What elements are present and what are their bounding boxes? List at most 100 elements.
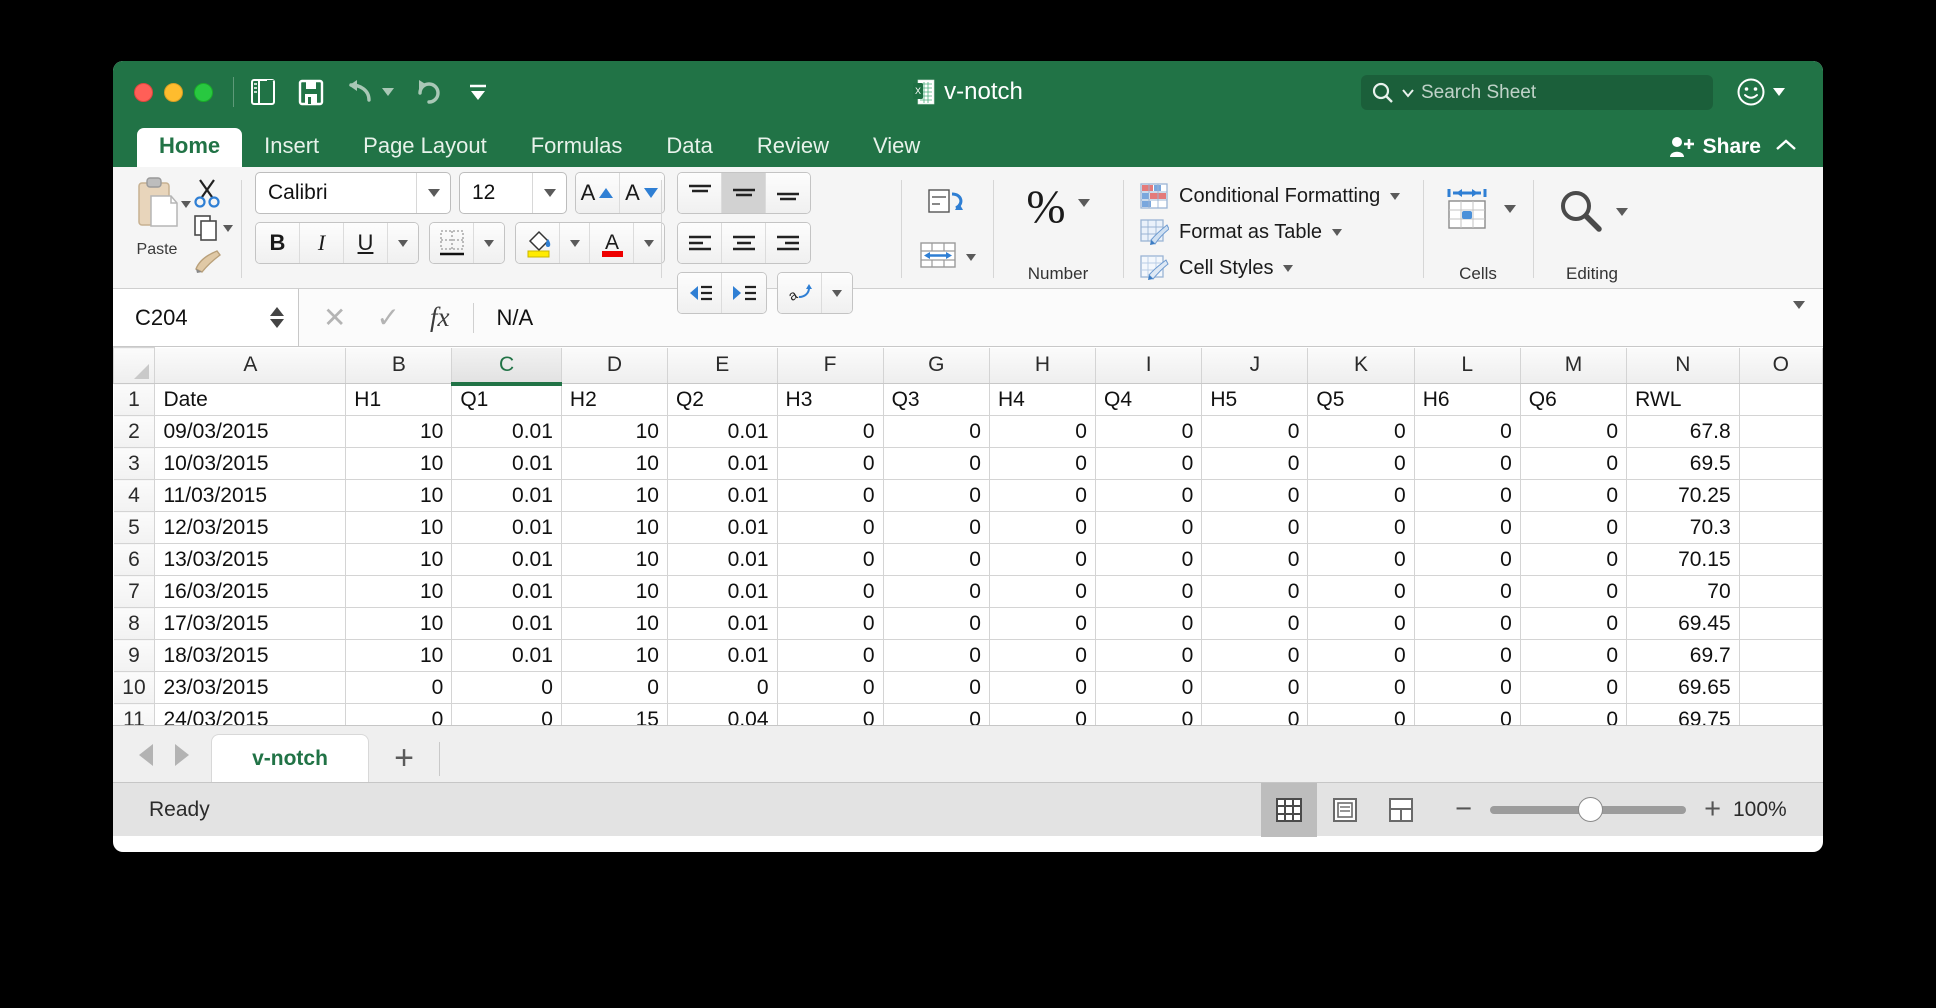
cell-A2[interactable]: 09/03/2015 bbox=[154, 415, 347, 448]
page-layout-view-button[interactable] bbox=[1317, 783, 1373, 837]
cell-L1[interactable]: H6 bbox=[1413, 383, 1521, 416]
cell-H9[interactable]: 0 bbox=[988, 639, 1096, 672]
wrap-text-button[interactable] bbox=[926, 186, 968, 225]
paste-dropdown-caret[interactable] bbox=[181, 200, 191, 208]
undo-button[interactable] bbox=[346, 79, 394, 105]
cell-B9[interactable]: 10 bbox=[345, 639, 453, 672]
cell-M7[interactable]: 0 bbox=[1519, 575, 1628, 608]
cell-N2[interactable]: 67.8 bbox=[1626, 415, 1740, 448]
cell-H11[interactable]: 0 bbox=[988, 703, 1096, 725]
cell-K1[interactable]: Q5 bbox=[1307, 383, 1415, 416]
cell-D2[interactable]: 10 bbox=[560, 415, 668, 448]
column-header-l[interactable]: L bbox=[1413, 347, 1521, 384]
cell-A11[interactable]: 24/03/2015 bbox=[154, 703, 347, 725]
cell-J2[interactable]: 0 bbox=[1201, 415, 1309, 448]
cell-I8[interactable]: 0 bbox=[1094, 607, 1203, 640]
format-as-table-button[interactable]: Format as Table bbox=[1139, 214, 1343, 250]
cell-L5[interactable]: 0 bbox=[1413, 511, 1521, 544]
fill-color-button[interactable] bbox=[516, 223, 560, 263]
cell-H5[interactable]: 0 bbox=[988, 511, 1096, 544]
cell-E10[interactable]: 0 bbox=[666, 671, 778, 704]
italic-button[interactable]: I bbox=[300, 223, 344, 263]
increase-indent-button[interactable] bbox=[722, 273, 766, 313]
normal-view-button[interactable] bbox=[1261, 782, 1318, 837]
cell-O3[interactable] bbox=[1738, 447, 1823, 480]
align-top-button[interactable] bbox=[678, 173, 722, 213]
cell-N1[interactable]: RWL bbox=[1626, 383, 1740, 416]
percent-style-button[interactable]: % bbox=[1026, 180, 1065, 234]
font-color-button[interactable]: A bbox=[590, 223, 634, 263]
minimize-window-button[interactable] bbox=[164, 82, 183, 102]
cell-O7[interactable] bbox=[1738, 575, 1823, 608]
row-header-11[interactable]: 11 bbox=[113, 703, 156, 725]
cell-M6[interactable]: 0 bbox=[1519, 543, 1628, 576]
cell-B7[interactable]: 10 bbox=[345, 575, 453, 608]
cell-A6[interactable]: 13/03/2015 bbox=[154, 543, 347, 576]
cell-G2[interactable]: 0 bbox=[882, 415, 990, 448]
cell-O9[interactable] bbox=[1738, 639, 1823, 672]
column-header-e[interactable]: E bbox=[666, 347, 778, 384]
cell-C11[interactable]: 0 bbox=[451, 703, 562, 725]
new-from-template-button[interactable] bbox=[250, 78, 276, 106]
cell-I2[interactable]: 0 bbox=[1094, 415, 1203, 448]
cell-M2[interactable]: 0 bbox=[1519, 415, 1628, 448]
cell-I6[interactable]: 0 bbox=[1094, 543, 1203, 576]
cut-button[interactable] bbox=[193, 178, 233, 208]
cell-B2[interactable]: 10 bbox=[345, 415, 453, 448]
cell-O11[interactable] bbox=[1738, 703, 1823, 725]
cell-F3[interactable]: 0 bbox=[776, 447, 884, 480]
cell-L2[interactable]: 0 bbox=[1413, 415, 1521, 448]
cell-C8[interactable]: 0.01 bbox=[451, 607, 562, 640]
cell-I11[interactable]: 0 bbox=[1094, 703, 1203, 725]
cell-C7[interactable]: 0.01 bbox=[451, 575, 562, 608]
cell-G6[interactable]: 0 bbox=[882, 543, 990, 576]
cell-J1[interactable]: H5 bbox=[1201, 383, 1309, 416]
cell-K5[interactable]: 0 bbox=[1307, 511, 1415, 544]
cell-H7[interactable]: 0 bbox=[988, 575, 1096, 608]
cells-dropdown-caret[interactable] bbox=[1504, 205, 1516, 213]
cell-O10[interactable] bbox=[1738, 671, 1823, 704]
cell-H6[interactable]: 0 bbox=[988, 543, 1096, 576]
redo-button[interactable] bbox=[416, 79, 443, 106]
close-window-button[interactable] bbox=[134, 82, 153, 102]
cell-B8[interactable]: 10 bbox=[345, 607, 453, 640]
zoom-slider-handle[interactable] bbox=[1578, 796, 1604, 822]
formula-input[interactable]: N/A bbox=[474, 305, 1793, 331]
format-as-table-caret[interactable] bbox=[1332, 228, 1343, 236]
cell-J3[interactable]: 0 bbox=[1201, 447, 1309, 480]
cell-E4[interactable]: 0.01 bbox=[666, 479, 778, 512]
column-header-n[interactable]: N bbox=[1626, 347, 1740, 384]
cell-K9[interactable]: 0 bbox=[1307, 639, 1415, 672]
cell-M9[interactable]: 0 bbox=[1519, 639, 1628, 672]
share-button[interactable]: Share bbox=[1669, 135, 1761, 159]
cancel-entry-button[interactable]: ✕ bbox=[323, 301, 346, 334]
cell-N10[interactable]: 69.65 bbox=[1626, 671, 1740, 704]
row-header-3[interactable]: 3 bbox=[113, 447, 156, 480]
cell-C1[interactable]: Q1 bbox=[451, 383, 562, 416]
cell-M1[interactable]: Q6 bbox=[1519, 383, 1628, 416]
cell-I1[interactable]: Q4 bbox=[1094, 383, 1203, 416]
merge-dropdown-caret[interactable] bbox=[966, 254, 976, 261]
copy-button[interactable] bbox=[193, 214, 233, 242]
undo-dropdown-caret[interactable] bbox=[382, 88, 394, 96]
cell-J7[interactable]: 0 bbox=[1201, 575, 1309, 608]
column-header-f[interactable]: F bbox=[776, 347, 884, 384]
font-name-combo[interactable]: Calibri bbox=[255, 172, 451, 214]
editing-dropdown-caret[interactable] bbox=[1616, 208, 1628, 216]
cell-I10[interactable]: 0 bbox=[1094, 671, 1203, 704]
tab-page-layout[interactable]: Page Layout bbox=[341, 128, 509, 167]
cell-G9[interactable]: 0 bbox=[882, 639, 990, 672]
cell-K11[interactable]: 0 bbox=[1307, 703, 1415, 725]
cell-A1[interactable]: Date bbox=[154, 383, 347, 416]
bold-button[interactable]: B bbox=[256, 223, 300, 263]
cell-G10[interactable]: 0 bbox=[882, 671, 990, 704]
merge-cells-button[interactable] bbox=[918, 239, 960, 276]
cell-N8[interactable]: 69.45 bbox=[1626, 607, 1740, 640]
cell-L11[interactable]: 0 bbox=[1413, 703, 1521, 725]
cell-N11[interactable]: 69.75 bbox=[1626, 703, 1740, 725]
cell-A5[interactable]: 12/03/2015 bbox=[154, 511, 347, 544]
borders-dropdown-caret[interactable] bbox=[474, 223, 504, 263]
cell-L4[interactable]: 0 bbox=[1413, 479, 1521, 512]
row-header-8[interactable]: 8 bbox=[113, 607, 156, 640]
cell-G1[interactable]: Q3 bbox=[882, 383, 990, 416]
